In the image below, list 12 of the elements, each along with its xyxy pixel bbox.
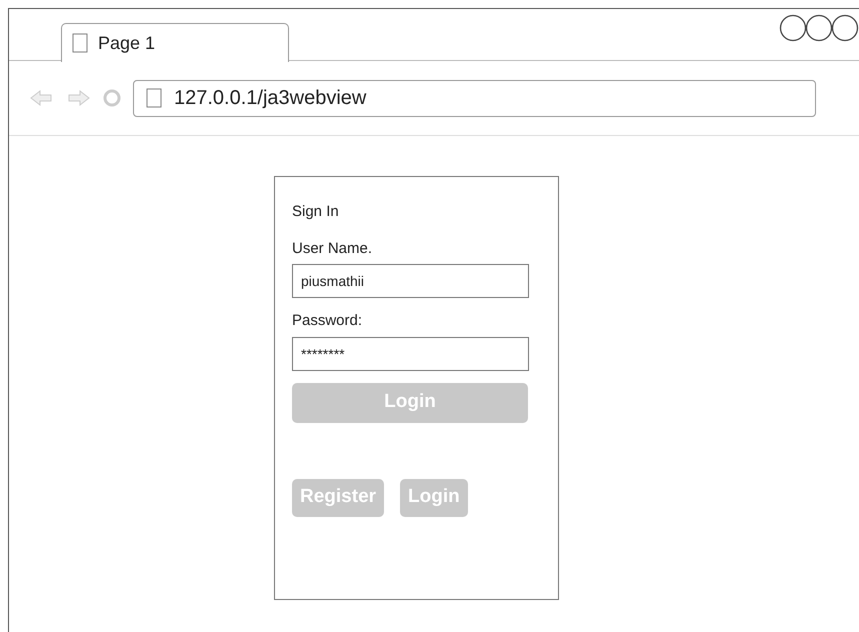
url-text: 127.0.0.1/ja3webview [174, 86, 366, 111]
address-bar[interactable]: 127.0.0.1/ja3webview [133, 80, 816, 116]
input-field[interactable]: piusmathii [292, 264, 529, 298]
field-label: User Name. [292, 238, 374, 258]
field-label: Password: [292, 311, 364, 331]
browser-tab[interactable]: Page 1 [61, 23, 289, 62]
refresh-icon[interactable] [101, 87, 123, 109]
input-field[interactable]: ******** [292, 336, 529, 370]
page-icon [72, 33, 88, 53]
form-title: Sign In [292, 202, 340, 222]
page-icon [146, 88, 162, 108]
window-controls-icon[interactable] [779, 13, 859, 43]
